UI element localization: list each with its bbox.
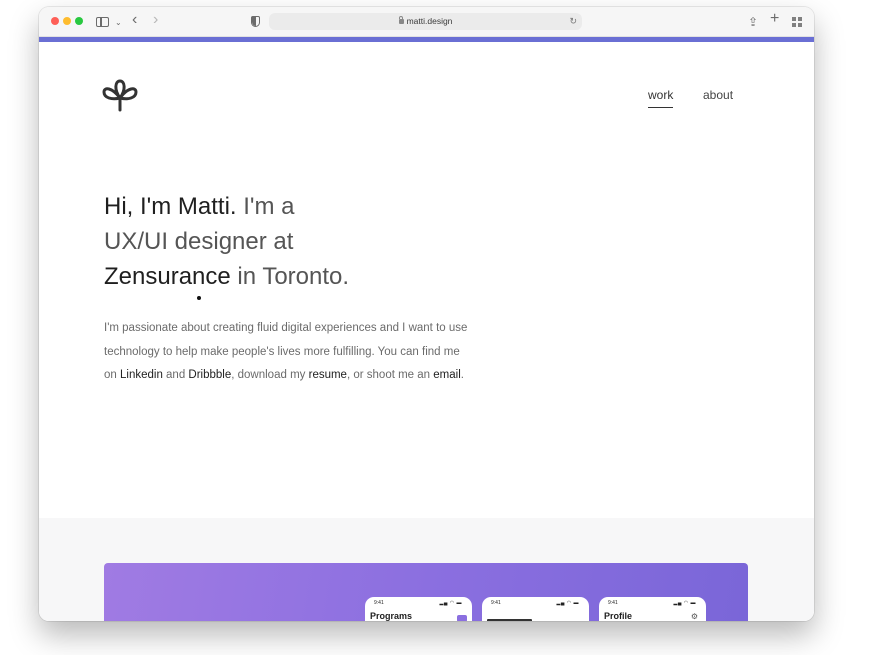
hero-text: in Toronto.	[230, 263, 350, 290]
sidebar-icon[interactable]	[96, 17, 109, 27]
intro-text: , download my	[231, 369, 309, 381]
email-link[interactable]: email	[433, 369, 460, 381]
intro-text: , or shoot me an	[346, 369, 434, 381]
nav-about-link[interactable]: about	[703, 88, 733, 102]
close-window-button[interactable]	[51, 17, 59, 25]
mouse-cursor	[197, 296, 201, 300]
intro-text: and	[162, 369, 189, 381]
phone-status-time: 9:41	[491, 600, 501, 606]
phone-mockup: 9:41 ▂▄ ◠ ▬	[482, 597, 589, 621]
phone-status-icons: ▂▄ ◠ ▬	[439, 600, 462, 606]
phone-status-icons: ▂▄ ◠ ▬	[673, 600, 696, 606]
lock-icon	[398, 16, 404, 24]
zoom-window-button[interactable]	[75, 17, 83, 25]
dribbble-link[interactable]: Dribbble	[188, 369, 231, 381]
resume-link[interactable]: resume	[309, 369, 347, 381]
chevron-right-icon[interactable]: ›	[153, 12, 158, 28]
url-text: matti.design	[406, 16, 453, 26]
hero-company: Zensurance	[104, 263, 231, 290]
browser-window: ⌄ ‹ › matti.design ↻ ⇪ + work about Hi, …	[39, 7, 814, 621]
hero-heading: Hi, I'm Matti. I'm a UX/UI designer at Z…	[104, 189, 464, 294]
chevron-left-icon[interactable]: ‹	[132, 12, 137, 28]
hero-text: I'm a	[236, 193, 295, 220]
shield-icon[interactable]	[251, 16, 260, 27]
tab-overview-icon[interactable]	[792, 17, 802, 27]
intro-text: .	[460, 369, 464, 381]
address-bar[interactable]: matti.design ↻	[269, 13, 582, 30]
phone-tag-badge	[456, 615, 467, 621]
plus-icon[interactable]: +	[770, 11, 779, 27]
phone-status-icons: ▂▄ ◠ ▬	[556, 600, 579, 606]
intro-paragraph: I'm passionate about creating fluid digi…	[104, 317, 469, 388]
minimize-window-button[interactable]	[63, 17, 71, 25]
hero-text: UX/UI designer at	[104, 228, 294, 255]
phone-mockup: 9:41 ▂▄ ◠ ▬ Programs	[365, 597, 472, 621]
linkedin-link[interactable]: Linkedin	[120, 369, 163, 381]
phone-heading-placeholder	[487, 619, 532, 621]
reload-icon[interactable]: ↻	[569, 13, 577, 30]
chevron-down-icon[interactable]: ⌄	[115, 15, 122, 31]
phone-title: Programs	[370, 611, 413, 621]
phone-title: Profile	[604, 611, 633, 621]
leaf-logo-icon[interactable]	[100, 78, 140, 112]
phone-mockup: 9:41 ▂▄ ◠ ▬ Profile ⚙	[599, 597, 706, 621]
phone-status-time: 9:41	[374, 600, 384, 606]
nav-work-link[interactable]: work	[648, 88, 674, 108]
page-content: work about Hi, I'm Matti. I'm a UX/UI de…	[39, 42, 814, 621]
browser-toolbar: ⌄ ‹ › matti.design ↻ ⇪ +	[39, 7, 814, 37]
share-icon[interactable]: ⇪	[748, 14, 758, 30]
project-card[interactable]: 9:41 ▂▄ ◠ ▬ Programs 9:41 ▂▄ ◠ ▬ 9:41 ▂▄…	[104, 563, 748, 621]
hero-greeting: Hi, I'm Matti.	[104, 193, 237, 220]
gear-icon: ⚙	[690, 612, 698, 621]
phone-status-time: 9:41	[608, 600, 618, 606]
